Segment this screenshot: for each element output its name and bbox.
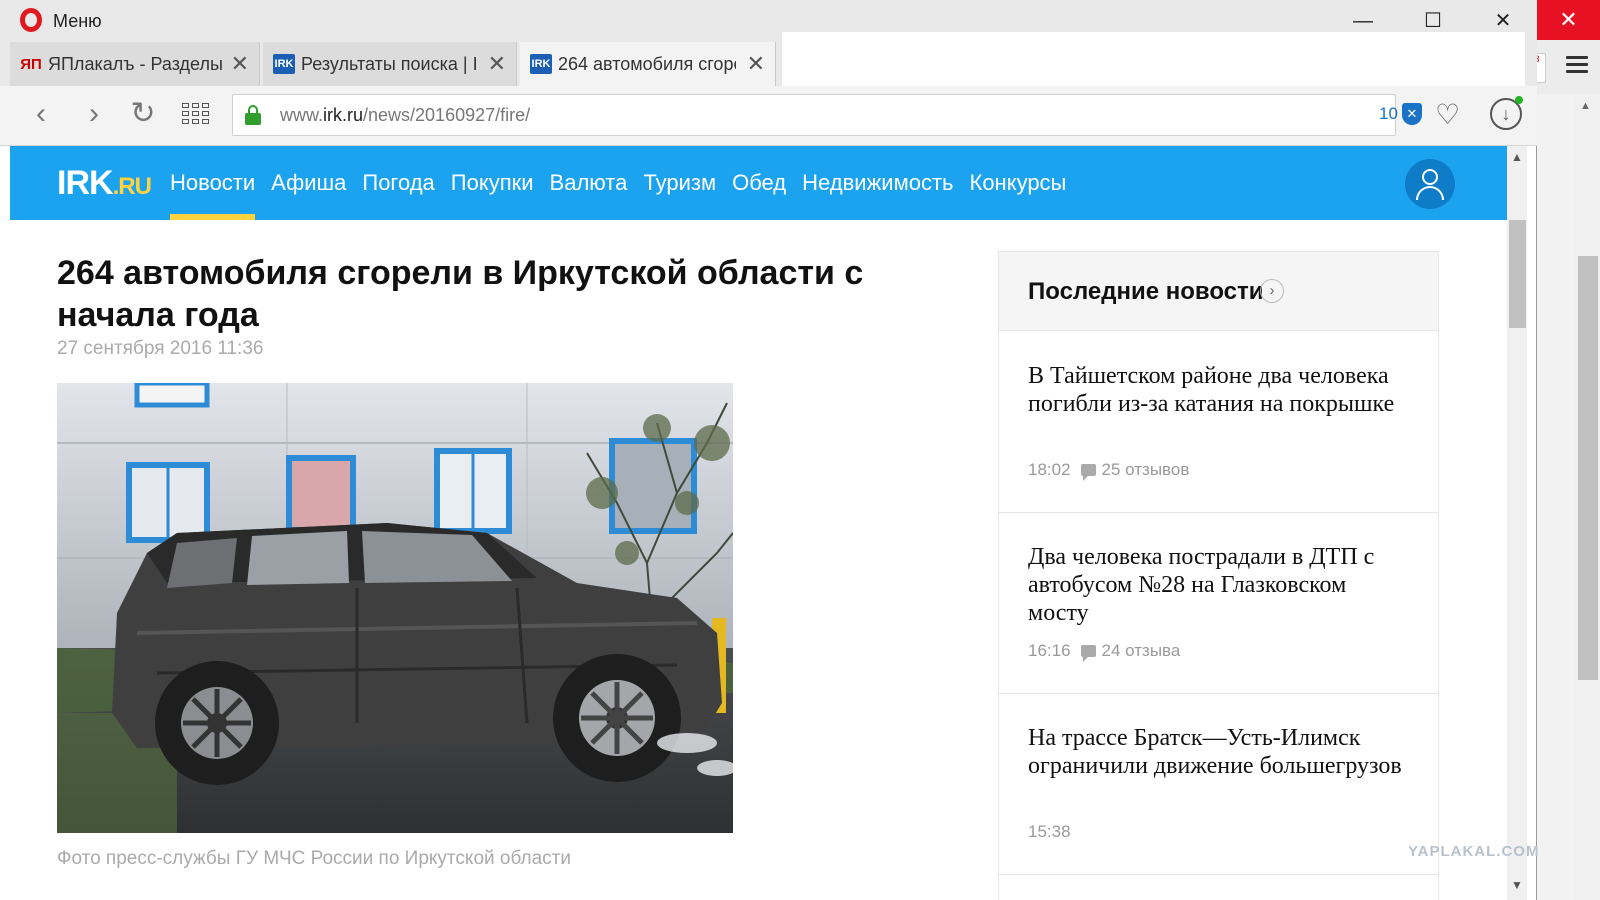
tab-close-icon[interactable]: ✕ xyxy=(231,51,249,77)
article-photo-burnt-car[interactable] xyxy=(57,383,733,833)
chevron-right-icon[interactable]: › xyxy=(1260,279,1284,303)
irk-favicon-icon: IRK xyxy=(273,54,295,74)
site-menu-item[interactable]: Конкурсы xyxy=(962,146,1075,220)
comment-icon xyxy=(1080,464,1096,481)
tab-active-article[interactable]: IRK 264 автомобиля сгоре ✕ xyxy=(520,42,776,86)
site-menu-item[interactable]: Недвижимость xyxy=(794,146,961,220)
new-tab-area[interactable] xyxy=(782,32,1525,86)
latest-news-header[interactable]: Последние новости › xyxy=(999,252,1438,331)
article-title: 264 автомобиля сгорели в Иркутской облас… xyxy=(57,254,864,334)
site-menu-item[interactable]: Валюта xyxy=(542,146,636,220)
tab-close-icon[interactable]: ✕ xyxy=(488,51,506,77)
scroll-down-arrow-icon[interactable]: ▼ xyxy=(1511,878,1523,892)
article-date: 27 сентября 2016 11:36 xyxy=(57,338,264,359)
user-profile-icon[interactable] xyxy=(1405,159,1455,209)
tab-title: 264 автомобиля сгоре xyxy=(558,53,736,74)
site-menu-item[interactable]: Обед xyxy=(724,146,794,220)
news-item-meta: 18:02 25 отзывов xyxy=(1028,460,1190,481)
background-window-scrollbar-thumb[interactable] xyxy=(1578,256,1598,680)
url-text[interactable]: www.irk.ru/news/20160927/fire/ xyxy=(280,105,530,126)
news-item-title[interactable]: На трассе Братск—Усть-Илимск ограничили … xyxy=(1028,724,1408,780)
reload-button[interactable]: ↻ xyxy=(124,96,162,134)
news-item-comments[interactable]: 25 отзывов xyxy=(1102,460,1190,480)
photo-caption: Фото пресс-службы ГУ МЧС России по Иркут… xyxy=(57,848,571,869)
site-menu-item[interactable]: Погода xyxy=(354,146,442,220)
forward-button[interactable]: › xyxy=(75,96,113,134)
news-item-title[interactable]: В Тайшетском районе два человека погибли… xyxy=(1028,362,1408,418)
scroll-up-arrow-icon[interactable]: ▲ xyxy=(1511,150,1523,164)
site-menu-item[interactable]: Афиша xyxy=(263,146,354,220)
ad-blocker-shield-icon: ✕ xyxy=(1401,103,1422,125)
tab-yaplakal[interactable]: ЯП ЯПлакалъ - Разделы - ✕ xyxy=(10,42,260,86)
address-bar[interactable]: www.irk.ru/news/20160927/fire/ 10 ✕ xyxy=(232,94,1422,136)
page-scrollbar-thumb[interactable] xyxy=(1509,220,1526,328)
news-item-time: 18:02 xyxy=(1028,460,1071,479)
tab-search-results[interactable]: IRK Результаты поиска | I ✕ xyxy=(263,42,517,86)
browser-menu-button[interactable]: Меню xyxy=(53,11,102,32)
yaplakal-favicon-icon: ЯП xyxy=(20,55,42,73)
site-menu-item[interactable]: Новости xyxy=(162,146,263,220)
news-item[interactable]: Два человека пострадали в ДТП с автобусо… xyxy=(999,513,1438,694)
news-item-meta: 16:16 24 отзыва xyxy=(1028,641,1181,662)
site-menu: Новости Афиша Погода Покупки Валюта Туризм Обе… xyxy=(162,146,1074,220)
speed-dial-grid-icon[interactable] xyxy=(182,103,209,124)
bookmark-heart-icon[interactable]: ♡ xyxy=(1435,100,1460,130)
page-viewport: IRK.RU Новости Афиша Погода Покупки Валюта Ту… xyxy=(10,146,1527,900)
news-item-meta: 15:38 xyxy=(1028,822,1071,842)
ad-blocker-indicator[interactable]: 10 ✕ xyxy=(1379,103,1422,125)
irk-favicon-icon: IRK xyxy=(530,54,552,74)
site-logo[interactable]: IRK.RU xyxy=(57,164,152,203)
news-item-title[interactable]: Два человека пострадали в ДТП с автобусо… xyxy=(1028,543,1408,627)
navigation-toolbar: ‹ › ↻ www.irk.ru/news/20160927/fire/ 10 … xyxy=(0,86,1537,146)
news-item-comments[interactable]: 24 отзыва xyxy=(1102,641,1181,661)
news-item-time: 16:16 xyxy=(1028,641,1071,660)
comment-icon xyxy=(1080,645,1096,662)
news-item[interactable]: На трассе Братск—Усть-Илимск ограничили … xyxy=(999,694,1438,875)
secure-lock-icon[interactable] xyxy=(245,105,261,125)
tab-title: Результаты поиска | I xyxy=(301,53,478,74)
tab-close-icon[interactable]: ✕ xyxy=(747,51,765,77)
site-menu-item[interactable]: Покупки xyxy=(443,146,542,220)
latest-news-title[interactable]: Последние новости xyxy=(1028,278,1264,306)
news-item-time: 15:38 xyxy=(1028,822,1071,841)
tab-title: ЯПлакалъ - Разделы - xyxy=(48,53,226,74)
opera-logo-icon[interactable] xyxy=(20,8,42,32)
ad-blocker-count: 10 xyxy=(1379,104,1398,123)
download-status-dot xyxy=(1515,96,1523,104)
background-window-close-button[interactable]: ✕ xyxy=(1537,0,1600,40)
news-item[interactable]: В Тайшетском районе два человека погибли… xyxy=(999,332,1438,513)
yaplakal-watermark: YAPLAKAL.COM xyxy=(1408,843,1540,860)
back-button[interactable]: ‹ xyxy=(22,96,60,134)
site-menu-item[interactable]: Туризм xyxy=(635,146,724,220)
site-header: IRK.RU Новости Афиша Погода Покупки Валюта Ту… xyxy=(10,146,1517,220)
latest-news-panel: Последние новости › В Тайшетском районе … xyxy=(998,251,1439,900)
scroll-up-arrow-icon[interactable]: ▲ xyxy=(1580,100,1591,112)
hamburger-menu-icon[interactable] xyxy=(1566,56,1588,74)
